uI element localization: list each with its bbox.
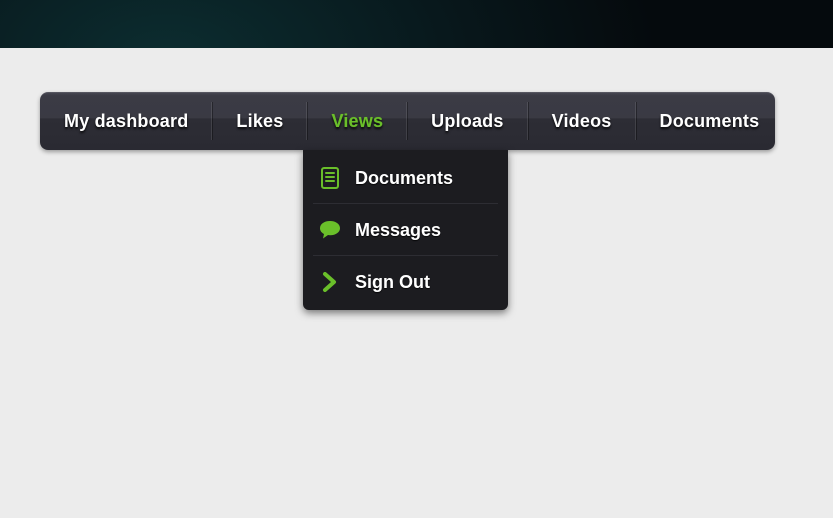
dropdown-item-label: Messages [355, 220, 441, 241]
nav-item-label: Documents [660, 111, 760, 132]
nav-item-label: Likes [236, 111, 283, 132]
nav-container: My dashboard Likes Views Uploads Videos … [40, 92, 775, 150]
main-nav: My dashboard Likes Views Uploads Videos … [40, 92, 775, 150]
nav-item-videos[interactable]: Videos [528, 92, 636, 150]
nav-item-my-dashboard[interactable]: My dashboard [40, 92, 212, 150]
views-dropdown: Documents Messages Sign Out [303, 150, 508, 310]
dropdown-item-label: Sign Out [355, 272, 430, 293]
header-band [0, 0, 833, 48]
nav-item-label: Uploads [431, 111, 503, 132]
dropdown-item-label: Documents [355, 168, 453, 189]
nav-item-label: Views [331, 111, 383, 132]
dropdown-item-documents[interactable]: Documents [303, 152, 508, 204]
nav-item-uploads[interactable]: Uploads [407, 92, 527, 150]
chevron-right-icon [319, 271, 341, 293]
nav-item-likes[interactable]: Likes [212, 92, 307, 150]
dropdown-item-sign-out[interactable]: Sign Out [303, 256, 508, 308]
nav-item-label: My dashboard [64, 111, 188, 132]
nav-item-label: Videos [552, 111, 612, 132]
chat-icon [319, 219, 341, 241]
dropdown-item-messages[interactable]: Messages [303, 204, 508, 256]
nav-item-views[interactable]: Views [307, 92, 407, 150]
document-icon [319, 167, 341, 189]
nav-item-documents[interactable]: Documents [636, 92, 784, 150]
